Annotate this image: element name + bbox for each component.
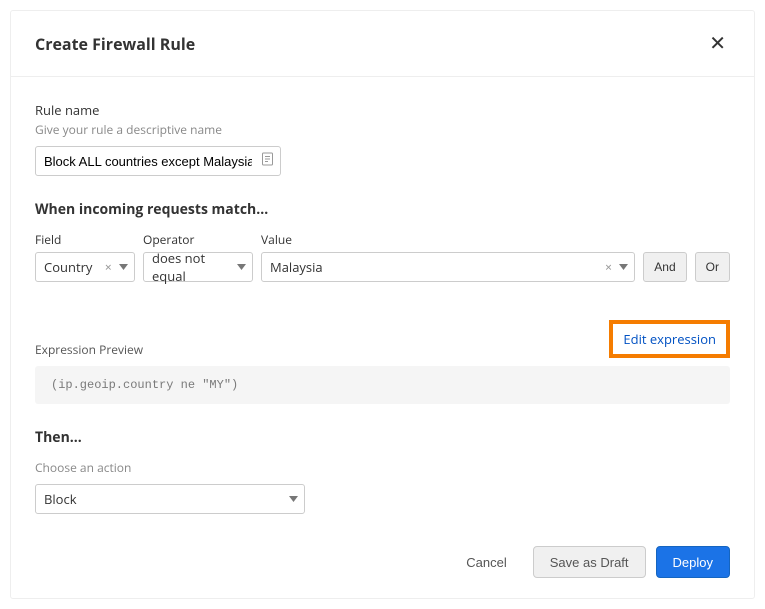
field-select[interactable]: Country ✕ [35, 252, 135, 282]
rule-name-input-wrapper [35, 146, 281, 176]
create-firewall-rule-modal: Create Firewall Rule ✕ Rule name Give yo… [10, 10, 755, 599]
clear-value-icon[interactable]: ✕ [605, 261, 613, 274]
deploy-button[interactable]: Deploy [656, 546, 730, 578]
or-button[interactable]: Or [695, 252, 730, 282]
edit-expression-highlight: Edit expression [609, 320, 730, 358]
operator-col: Operator does not equal [143, 231, 253, 282]
match-section-title: When incoming requests match… [35, 200, 730, 219]
chevron-down-icon [237, 264, 246, 270]
rule-name-input[interactable] [35, 146, 281, 176]
modal-header: Create Firewall Rule ✕ [11, 11, 754, 77]
operator-select[interactable]: does not equal [143, 252, 253, 282]
expression-preview-header: Expression Preview Edit expression [35, 320, 730, 358]
clear-field-icon[interactable]: ✕ [104, 261, 112, 274]
match-row: Field Country ✕ Operator does not equal … [35, 231, 730, 282]
action-value: Block [44, 490, 77, 508]
field-col: Field Country ✕ [35, 231, 135, 282]
modal-body: Rule name Give your rule a descriptive n… [11, 77, 754, 530]
chevron-down-icon [289, 496, 298, 502]
value-col: Value Malaysia ✕ [261, 231, 635, 282]
action-select[interactable]: Block [35, 484, 305, 514]
rule-name-help: Give your rule a descriptive name [35, 121, 730, 138]
value-select[interactable]: Malaysia ✕ [261, 252, 635, 282]
input-note-icon [262, 153, 273, 170]
field-value: Country [44, 258, 92, 276]
value-text: Malaysia [270, 258, 323, 276]
then-title: Then… [35, 428, 730, 447]
operator-label: Operator [143, 231, 253, 248]
modal-title: Create Firewall Rule [35, 33, 195, 55]
close-button[interactable]: ✕ [705, 31, 730, 56]
chevron-down-icon [119, 264, 128, 270]
chevron-down-icon [619, 264, 628, 270]
expression-preview-label: Expression Preview [35, 341, 143, 358]
then-help: Choose an action [35, 459, 730, 476]
and-button[interactable]: And [643, 252, 686, 282]
rule-name-label: Rule name [35, 101, 730, 119]
expression-preview-code: (ip.geoip.country ne "MY") [35, 366, 730, 404]
save-draft-button[interactable]: Save as Draft [533, 546, 646, 578]
close-icon: ✕ [709, 33, 726, 55]
value-label: Value [261, 231, 635, 248]
modal-footer: Cancel Save as Draft Deploy [11, 530, 754, 598]
operator-value: does not equal [152, 249, 228, 285]
cancel-button[interactable]: Cancel [450, 546, 522, 578]
field-label: Field [35, 231, 135, 248]
edit-expression-link[interactable]: Edit expression [623, 330, 716, 348]
